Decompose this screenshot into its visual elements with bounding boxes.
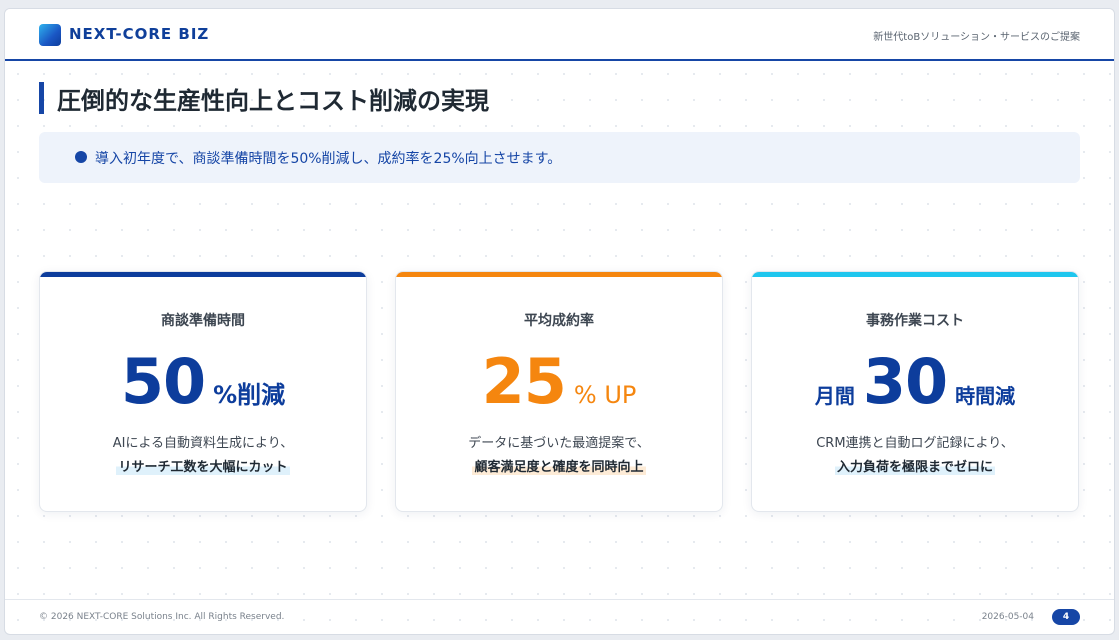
- card-accent-bar: [396, 272, 722, 277]
- metric: 月間 30 時間減: [752, 346, 1078, 418]
- footer-date: 2026-05-04: [981, 612, 1034, 622]
- metric-card-close-rate: 平均成約率 25 % UP データに基づいた最適提案で、 顧客満足度と確度を同時…: [395, 271, 723, 512]
- copyright: © 2026 NEXT-CORE Solutions Inc. All Righ…: [39, 612, 285, 622]
- card-highlight: リサーチ工数を大幅にカット: [116, 456, 290, 475]
- card-description: データに基づいた最適提案で、: [468, 436, 650, 451]
- metric: 25 % UP: [396, 346, 722, 418]
- footer-divider: [5, 599, 1114, 600]
- metric: 50 %削減: [40, 346, 366, 418]
- card-description: CRM連携と自動ログ記録により、: [816, 436, 1014, 451]
- title-accent-bar: [39, 82, 44, 114]
- metric-value: 30: [862, 345, 948, 418]
- metric-card-admin-cost: 事務作業コスト 月間 30 時間減 CRM連携と自動ログ記録により、 入力負荷を…: [751, 271, 1079, 512]
- card-accent-bar: [752, 272, 1078, 277]
- logo-icon: [39, 24, 61, 46]
- metric-unit: % UP: [573, 381, 637, 409]
- card-label: 事務作業コスト: [866, 313, 964, 329]
- metric-value: 50: [120, 345, 206, 418]
- brand-name: NEXT-CORE BIZ: [69, 25, 210, 43]
- metric-card-prep-time: 商談準備時間 50 %削減 AIによる自動資料生成により、 リサーチ工数を大幅に…: [39, 271, 367, 512]
- card-label: 商談準備時間: [161, 313, 245, 329]
- card-description: AIによる自動資料生成により、: [112, 436, 294, 451]
- metric-unit: %削減: [213, 381, 286, 409]
- metric-prefix: 月間: [814, 384, 855, 408]
- card-label: 平均成約率: [524, 313, 594, 329]
- card-highlight: 入力負荷を極限までゼロに: [834, 456, 995, 475]
- page-title: 圧倒的な生産性向上とコスト削減の実現: [57, 87, 489, 115]
- card-highlight: 顧客満足度と確度を同時向上: [472, 456, 646, 475]
- bullet-dot-icon: [75, 151, 87, 163]
- card-accent-bar: [40, 272, 366, 277]
- header-tagline: 新世代toBソリューション・サービスのご提案: [873, 32, 1080, 43]
- metric-value: 25: [481, 345, 567, 418]
- summary-banner: 導入初年度で、商談準備時間を50%削減し、成約率を25%向上させます。: [39, 132, 1080, 183]
- page-number-badge: 4: [1052, 609, 1080, 625]
- header: NEXT-CORE BIZ 新世代toBソリューション・サービスのご提案: [5, 9, 1114, 61]
- slide: NEXT-CORE BIZ 新世代toBソリューション・サービスのご提案 圧倒的…: [4, 8, 1115, 635]
- summary-text: 導入初年度で、商談準備時間を50%削減し、成約率を25%向上させます。: [95, 151, 562, 167]
- metric-unit: 時間減: [955, 384, 1016, 408]
